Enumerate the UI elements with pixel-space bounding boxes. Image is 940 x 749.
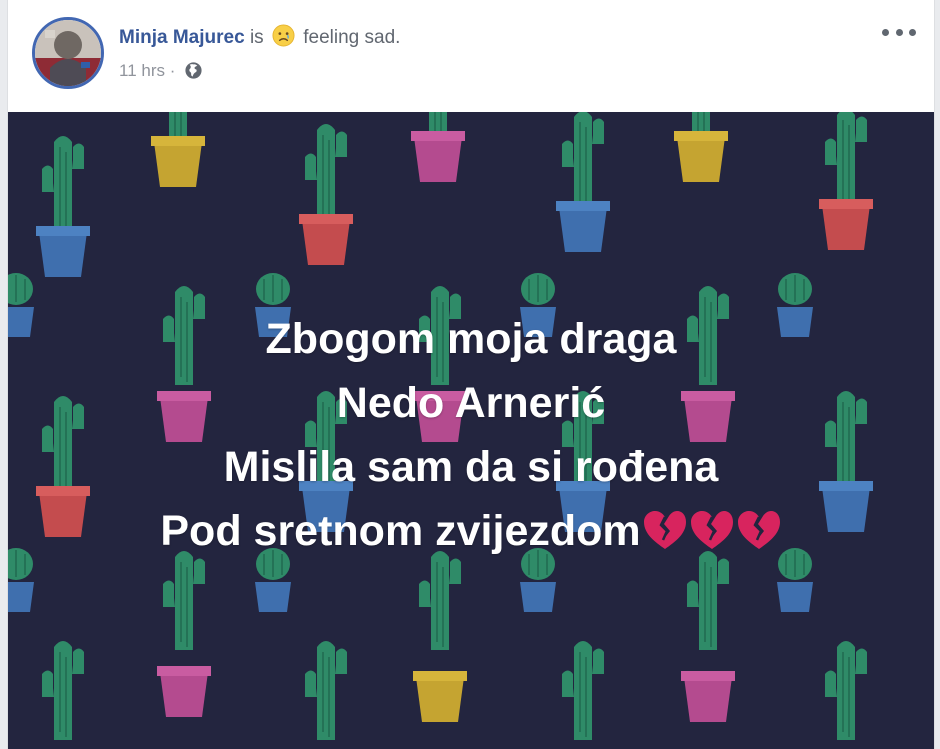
feeling-text[interactable]: feeling sad. xyxy=(303,27,400,48)
image-message: Zbogom moja draga Nedo Arnerić Mislila s… xyxy=(8,307,934,569)
post-image[interactable]: Zbogom moja draga Nedo Arnerić Mislila s… xyxy=(8,112,934,749)
message-line-2: Nedo Arnerić xyxy=(336,379,606,427)
author-name-link[interactable]: Minja Majurec xyxy=(119,27,245,48)
post-header: Minja Majurec is feeling sad. 11 hrs · xyxy=(8,0,934,112)
message-line-4: Pod sretnom zvijezdom xyxy=(8,499,934,569)
avatar-photo-icon xyxy=(35,20,101,86)
broken-heart-icon xyxy=(689,505,735,569)
verb-text: is xyxy=(249,27,264,48)
author-avatar[interactable] xyxy=(32,17,104,89)
feed-post: Minja Majurec is feeling sad. 11 hrs · Z… xyxy=(7,0,935,749)
message-line-3: Mislila sam da si rođena xyxy=(223,443,719,491)
globe-icon[interactable] xyxy=(184,61,203,86)
post-header-text: Minja Majurec is feeling sad. xyxy=(119,24,400,55)
post-meta: 11 hrs · xyxy=(119,60,203,86)
sad-face-emoji-icon xyxy=(272,24,295,55)
more-options-icon[interactable] xyxy=(882,22,916,42)
message-line-4-text: Pod sretnom zvijezdom xyxy=(160,507,641,555)
timestamp-link[interactable]: 11 hrs xyxy=(119,61,165,80)
broken-heart-icon xyxy=(736,505,782,569)
message-line-1: Zbogom moja draga xyxy=(265,315,677,363)
meta-separator: · xyxy=(169,61,176,80)
broken-heart-icon xyxy=(642,505,688,569)
